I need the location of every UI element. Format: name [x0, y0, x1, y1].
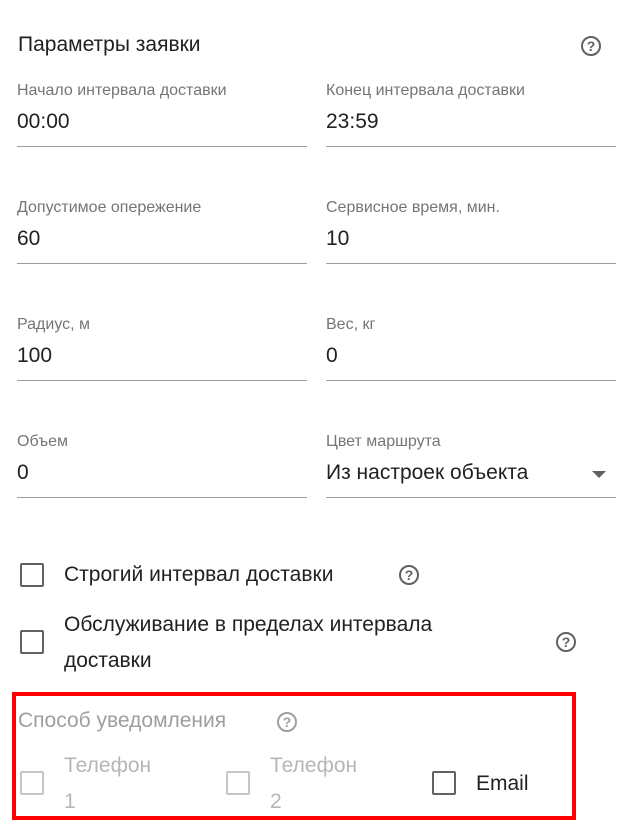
- field-value[interactable]: 0: [326, 344, 338, 368]
- weight-field[interactable]: Вес, кг 0: [326, 316, 616, 381]
- field-label: Начало интервала доставки: [17, 82, 227, 99]
- email-checkbox[interactable]: [432, 771, 456, 795]
- service-time-field[interactable]: Сервисное время, мин. 10: [326, 199, 616, 264]
- phone2-label-line1: Телефон: [270, 754, 358, 777]
- field-value[interactable]: 100: [17, 344, 52, 368]
- route-color-select[interactable]: Цвет маршрута Из настроек объекта: [326, 433, 616, 498]
- phone1-label-line1: Телефон: [64, 754, 152, 777]
- delivery-end-field[interactable]: Конец интервала доставки 23:59: [326, 82, 616, 147]
- field-label: Сервисное время, мин.: [326, 199, 500, 216]
- section-title: Параметры заявки: [18, 33, 201, 56]
- field-label: Цвет маршрута: [326, 433, 441, 450]
- phone1-checkbox[interactable]: [20, 771, 44, 795]
- notification-method-label: Способ уведомления: [18, 709, 227, 732]
- volume-field[interactable]: Объем 0: [17, 433, 307, 498]
- field-label: Конец интервала доставки: [326, 82, 525, 99]
- service-within-interval-checkbox[interactable]: [20, 630, 44, 654]
- question-circle-icon[interactable]: ?: [277, 712, 297, 732]
- question-circle-icon[interactable]: ?: [581, 36, 601, 56]
- allowed-advance-field[interactable]: Допустимое опережение 60: [17, 199, 307, 264]
- field-label: Допустимое опережение: [17, 199, 202, 216]
- field-value[interactable]: 23:59: [326, 110, 379, 134]
- field-value[interactable]: 00:00: [17, 110, 70, 134]
- delivery-start-field[interactable]: Начало интервала доставки 00:00: [17, 82, 307, 147]
- dropdown-arrow-icon[interactable]: [592, 471, 606, 478]
- strict-interval-label[interactable]: Строгий интервал доставки: [64, 557, 333, 593]
- field-value[interactable]: 0: [17, 461, 29, 485]
- question-circle-icon[interactable]: ?: [399, 565, 419, 585]
- field-label: Вес, кг: [326, 316, 376, 333]
- field-value[interactable]: 60: [17, 227, 40, 251]
- field-label: Объем: [17, 433, 68, 450]
- select-value[interactable]: Из настроек объекта: [326, 461, 528, 485]
- radius-field[interactable]: Радиус, м 100: [17, 316, 307, 381]
- phone1-label-line2: 1: [64, 790, 76, 813]
- service-within-interval-label-line2[interactable]: доставки: [64, 643, 152, 679]
- strict-interval-checkbox[interactable]: [20, 563, 44, 587]
- question-circle-icon[interactable]: ?: [556, 632, 576, 652]
- service-within-interval-label-line1[interactable]: Обслуживание в пределах интервала: [64, 607, 432, 643]
- field-value[interactable]: 10: [326, 227, 349, 251]
- email-label[interactable]: Email: [476, 766, 529, 802]
- phone2-checkbox[interactable]: [226, 771, 250, 795]
- phone2-label-line2: 2: [270, 790, 282, 813]
- field-label: Радиус, м: [17, 316, 91, 333]
